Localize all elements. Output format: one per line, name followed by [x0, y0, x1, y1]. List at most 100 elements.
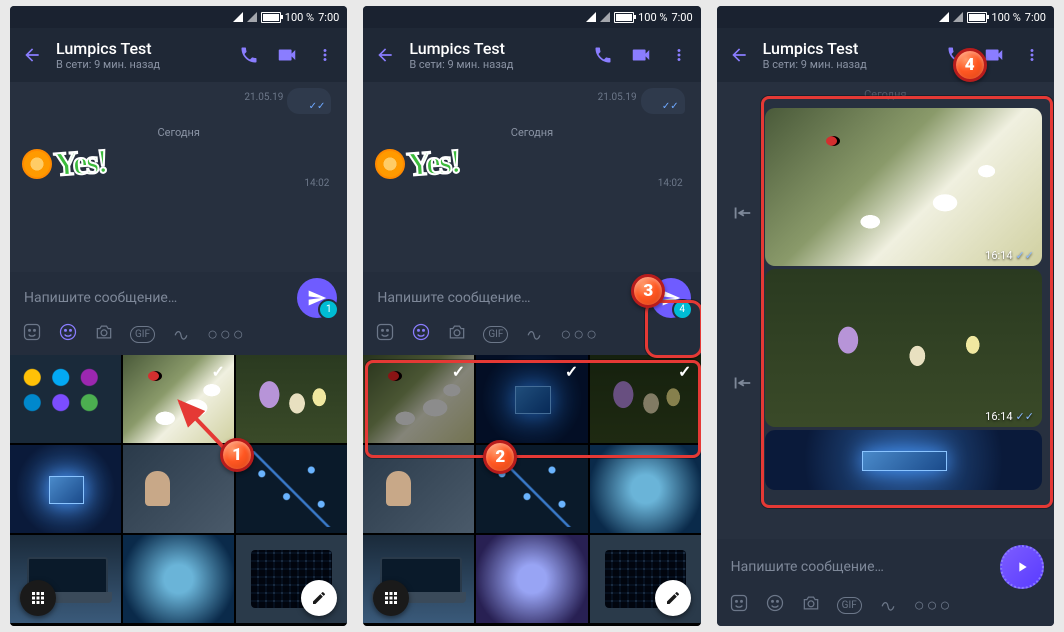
camera-icon[interactable] — [94, 322, 114, 347]
more-button[interactable] — [665, 41, 693, 69]
app-bar: Lumpics Test В сети: 9 мин. назад — [10, 28, 347, 82]
sent-image-2[interactable]: 16:14✓✓ — [765, 269, 1042, 427]
gallery-thumb[interactable] — [10, 355, 121, 443]
message-input[interactable]: Напишите сообщение… — [373, 282, 650, 314]
sticker-panel-icon[interactable] — [729, 593, 749, 618]
sticker-text: Yes! — [406, 143, 461, 185]
battery-icon — [261, 12, 281, 23]
presence-text: В сети: 9 мин. назад — [763, 58, 932, 71]
prev-message-bubble[interactable] — [287, 88, 331, 114]
signal-icon — [247, 12, 257, 22]
send-badge: 1 — [318, 299, 339, 320]
gallery-thumb[interactable] — [476, 535, 587, 623]
orange-icon — [375, 149, 405, 179]
message-input[interactable]: Напишите сообщение… — [20, 282, 297, 314]
doodle-icon[interactable] — [878, 593, 898, 618]
video-call-button[interactable] — [627, 41, 655, 69]
share-icon[interactable] — [731, 202, 755, 226]
today-chip: Сегодня — [717, 84, 1054, 105]
gif-icon[interactable]: GIF — [130, 326, 155, 343]
today-chip: Сегодня — [10, 122, 347, 143]
voice-message-button[interactable] — [1000, 545, 1044, 589]
more-icon[interactable]: ○○○ — [207, 324, 246, 345]
sent-image-1[interactable]: 16:14✓✓ — [765, 108, 1042, 266]
chat-area[interactable]: 21.05.19 Сегодня Yes! 14:02 — [10, 82, 347, 272]
gif-icon[interactable]: GIF — [483, 326, 508, 343]
signal-icon — [600, 12, 610, 22]
status-bar: 100 % 7:00 — [10, 6, 347, 28]
sticker-message[interactable]: Yes! 14:02 — [10, 143, 347, 185]
app-bar: Lumpics Test В сети: 9 мин. назад — [363, 28, 700, 82]
battery-icon — [967, 12, 987, 23]
gallery-thumb[interactable] — [123, 535, 234, 623]
check-icon: ✓ — [562, 361, 582, 381]
back-button[interactable] — [18, 41, 46, 69]
gallery-thumb[interactable] — [363, 445, 474, 533]
sent-image-3[interactable] — [765, 430, 1042, 490]
camera-icon[interactable] — [801, 593, 821, 618]
sticker-panel-icon[interactable] — [375, 322, 395, 347]
contact-name[interactable]: Lumpics Test — [763, 39, 932, 58]
check-icon: ✓ — [208, 361, 228, 381]
gallery-thumb[interactable] — [10, 445, 121, 533]
clock: 7:00 — [1025, 11, 1046, 24]
gallery-panel-icon[interactable] — [411, 322, 431, 347]
callout-4: 4 — [953, 48, 987, 82]
panel-3: 100 % 7:00 Lumpics Test В сети: 9 мин. н… — [717, 6, 1054, 626]
status-bar: 100 % 7:00 — [363, 6, 700, 28]
gallery-all-button[interactable] — [20, 580, 56, 616]
more-button[interactable] — [1018, 41, 1046, 69]
more-button[interactable] — [311, 41, 339, 69]
voice-call-button[interactable] — [235, 41, 263, 69]
gallery-thumb-selected[interactable]: ✓ — [363, 355, 474, 443]
battery-icon — [614, 12, 634, 23]
contact-name[interactable]: Lumpics Test — [56, 39, 225, 58]
gallery-edit-button[interactable] — [655, 580, 691, 616]
gallery-grid: ✓ ✓ ✓ — [363, 355, 700, 626]
check-icon: ✓ — [448, 361, 468, 381]
prev-date-chip: 21.05.19 — [244, 92, 283, 103]
send-badge: 4 — [672, 299, 693, 320]
gallery-thumb-selected[interactable]: ✓ — [590, 355, 701, 443]
callout-1: 1 — [220, 438, 254, 472]
camera-icon[interactable] — [447, 322, 467, 347]
sticker-message[interactable]: Yes! 14:02 — [363, 143, 700, 185]
signal-icon — [953, 12, 963, 22]
back-button[interactable] — [371, 41, 399, 69]
signal-icon — [586, 12, 596, 22]
gallery-thumb[interactable] — [236, 355, 347, 443]
status-bar: 100 % 7:00 — [717, 6, 1054, 28]
msg-time: 16:14 — [985, 249, 1012, 262]
doodle-icon[interactable] — [171, 322, 191, 347]
battery-pct: 100 % — [991, 11, 1020, 24]
prev-date-chip: 21.05.19 — [598, 92, 637, 103]
gif-icon[interactable]: GIF — [837, 597, 862, 614]
presence-text: В сети: 9 мин. назад — [409, 58, 578, 71]
gallery-panel-icon[interactable] — [58, 322, 78, 347]
battery-pct: 100 % — [285, 11, 314, 24]
doodle-icon[interactable] — [524, 322, 544, 347]
chat-area[interactable]: Сегодня 16:14✓✓ 16:14✓✓ — [717, 82, 1054, 539]
orange-icon — [22, 149, 52, 179]
send-button[interactable]: 1 — [297, 278, 337, 318]
battery-pct: 100 % — [638, 11, 667, 24]
message-input[interactable]: Напишите сообщение… — [727, 551, 1000, 583]
prev-message-bubble[interactable] — [641, 88, 685, 114]
voice-call-button[interactable] — [589, 41, 617, 69]
more-icon[interactable]: ○○○ — [914, 595, 953, 616]
today-chip: Сегодня — [363, 122, 700, 143]
back-button[interactable] — [725, 41, 753, 69]
composer: Напишите сообщение… 1 GIF ○○○ — [10, 272, 347, 355]
more-icon[interactable]: ○○○ — [560, 324, 599, 345]
share-icon[interactable] — [731, 372, 755, 396]
gallery-panel-icon[interactable] — [765, 593, 785, 618]
chat-area[interactable]: 21.05.19 Сегодня Yes! 14:02 — [363, 82, 700, 272]
panel-1: 100 % 7:00 Lumpics Test В сети: 9 мин. н… — [10, 6, 347, 626]
gallery-thumb[interactable] — [590, 445, 701, 533]
video-call-button[interactable] — [273, 41, 301, 69]
signal-icon — [233, 12, 243, 22]
gallery-thumb-selected[interactable]: ✓ — [476, 355, 587, 443]
sticker-panel-icon[interactable] — [22, 322, 42, 347]
contact-name[interactable]: Lumpics Test — [409, 39, 578, 58]
check-icon: ✓ — [675, 361, 695, 381]
